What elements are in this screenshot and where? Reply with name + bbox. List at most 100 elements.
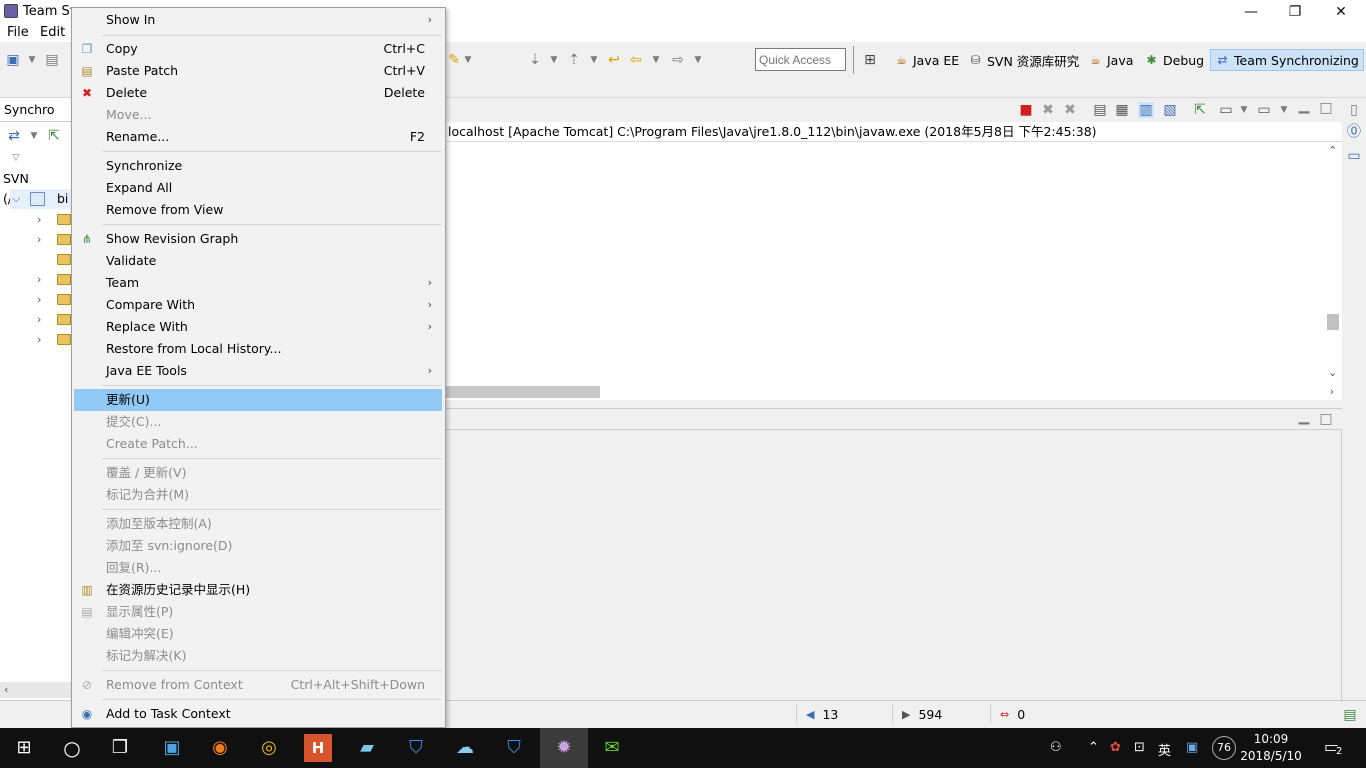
- dropdown-arrow-icon[interactable]: ▼: [690, 52, 706, 68]
- new-icon[interactable]: ▣: [5, 52, 21, 68]
- pin-console-icon[interactable]: ⇱: [1192, 102, 1208, 118]
- perspective-java[interactable]: ☕ Java: [1088, 50, 1133, 70]
- scrollbar-thumb[interactable]: [1327, 314, 1339, 330]
- left-horizontal-scrollbar[interactable]: ‹: [0, 682, 72, 698]
- maximize-view-icon[interactable]: □: [1318, 100, 1334, 116]
- security-shield-icon[interactable]: ⛉: [402, 734, 430, 762]
- minimize-button[interactable]: —: [1228, 0, 1274, 24]
- remove-all-icon[interactable]: ✖: [1062, 102, 1078, 118]
- chevron-right-icon[interactable]: ›: [37, 213, 41, 226]
- menu-item-java-ee-tools[interactable]: Java EE Tools ›: [73, 360, 444, 382]
- synchronize-icon[interactable]: ⇄: [6, 128, 22, 144]
- menu-item-synchronize[interactable]: Synchronize: [73, 155, 444, 177]
- console-horizontal-scrollbar[interactable]: ›: [446, 384, 1342, 400]
- save-icon[interactable]: ▤: [44, 52, 60, 68]
- terminate-icon[interactable]: ■: [1018, 102, 1034, 118]
- dropdown-arrow-icon[interactable]: ▼: [26, 128, 42, 144]
- restore-icon[interactable]: ▯: [1346, 102, 1362, 118]
- menu-item-show-revision-graph[interactable]: ⋔ Show Revision Graph: [73, 228, 444, 250]
- task-view-icon[interactable]: ❐: [106, 734, 134, 762]
- menu-item-show-properties[interactable]: ▤ 显示属性(P): [73, 601, 444, 623]
- menu-item-remove-from-context[interactable]: ⊘ Remove from Context Ctrl+Alt+Shift+Dow…: [73, 674, 444, 696]
- open-console-icon[interactable]: ▭: [1256, 102, 1272, 118]
- tray-app-icon[interactable]: ✿: [1110, 740, 1121, 755]
- remove-launch-icon[interactable]: ✖: [1040, 102, 1056, 118]
- open-perspective-icon[interactable]: ⊞: [862, 52, 878, 68]
- chevron-right-icon[interactable]: ›: [37, 273, 41, 286]
- outline-icon[interactable]: ▭: [1346, 148, 1362, 164]
- people-icon[interactable]: ⚇: [1050, 740, 1062, 755]
- back-icon[interactable]: ⇦: [628, 52, 644, 68]
- dropdown-arrow-icon[interactable]: ▼: [648, 52, 664, 68]
- eclipse-taskbar-icon[interactable]: ✹: [540, 728, 588, 768]
- contact-icon[interactable]: ▣: [1186, 740, 1198, 755]
- minimize-view-icon[interactable]: ▁: [1296, 409, 1312, 425]
- menu-item-edit-conflicts[interactable]: 编辑冲突(E): [73, 623, 444, 645]
- next-annotation-icon[interactable]: ⇣: [527, 52, 543, 68]
- menu-item-expand-all[interactable]: Expand All: [73, 177, 444, 199]
- scroll-up-icon[interactable]: ⌃: [1328, 144, 1337, 157]
- tree-project-row[interactable]: ⌵ bi: [10, 189, 72, 209]
- menu-file[interactable]: File: [7, 25, 29, 40]
- menu-item-commit[interactable]: 提交(C)...: [73, 411, 444, 433]
- notepad-icon[interactable]: ▰: [353, 734, 381, 762]
- menu-item-compare-with[interactable]: Compare With ›: [73, 294, 444, 316]
- quick-access-input[interactable]: [755, 48, 846, 71]
- maximize-view-icon[interactable]: □: [1318, 411, 1334, 427]
- maximize-button[interactable]: ❐: [1272, 0, 1318, 24]
- pin-icon[interactable]: ⇱: [46, 128, 62, 144]
- dropdown-arrow-icon[interactable]: ▼: [1236, 102, 1252, 118]
- console-vertical-scrollbar[interactable]: ⌃ ⌄: [1324, 142, 1342, 384]
- hbuilder-icon[interactable]: H: [304, 734, 332, 762]
- chevron-right-icon[interactable]: ›: [37, 333, 41, 346]
- perspective-java-ee[interactable]: ☕ Java EE: [894, 50, 959, 70]
- menu-item-validate[interactable]: Validate: [73, 250, 444, 272]
- system-clock[interactable]: 10:09 2018/5/10: [1238, 731, 1304, 765]
- dropdown-arrow-icon[interactable]: ▼: [546, 52, 562, 68]
- perspective-svn[interactable]: ⛁ SVN 资源库研究: [968, 50, 1079, 70]
- clear-console-icon[interactable]: ▤: [1092, 102, 1108, 118]
- dropdown-arrow-icon[interactable]: ▼: [1276, 102, 1292, 118]
- last-edit-icon[interactable]: ↩: [606, 52, 622, 68]
- menu-item-add-to-version-control[interactable]: 添加至版本控制(A): [73, 513, 444, 535]
- menu-item-add-to-task-context[interactable]: ◉ Add to Task Context: [73, 703, 444, 725]
- menu-item-show-in-history[interactable]: ▥ 在资源历史记录中显示(H): [73, 579, 444, 601]
- scroll-right-icon[interactable]: ›: [1330, 385, 1334, 398]
- menu-item-update[interactable]: 更新(U): [74, 389, 442, 411]
- minimize-view-icon[interactable]: ▁: [1296, 98, 1312, 114]
- menu-item-delete[interactable]: ✖ Delete Delete: [73, 82, 444, 104]
- menu-item-mark-resolved[interactable]: 标记为解决(K): [73, 645, 444, 667]
- forward-icon[interactable]: ⇨: [670, 52, 686, 68]
- close-button[interactable]: ✕: [1318, 0, 1364, 24]
- menu-item-revert[interactable]: 回复(R)...: [73, 557, 444, 579]
- word-wrap-icon[interactable]: ▥: [1138, 102, 1154, 118]
- chevron-right-icon[interactable]: ›: [37, 293, 41, 306]
- chevron-down-icon[interactable]: ⌵: [12, 189, 20, 209]
- dropdown-arrow-icon[interactable]: ▼: [586, 52, 602, 68]
- progress-icon[interactable]: ▤: [1342, 707, 1358, 723]
- menu-item-rename[interactable]: Rename... F2: [73, 126, 444, 148]
- tray-chevron-up-icon[interactable]: ⌃: [1088, 740, 1099, 755]
- menu-item-override-update[interactable]: 覆盖 / 更新(V): [73, 462, 444, 484]
- firefox-icon[interactable]: ◉: [206, 734, 234, 762]
- dropdown-arrow-icon[interactable]: ▼: [460, 52, 476, 68]
- cloud-icon[interactable]: ☁: [451, 734, 479, 762]
- display-console-icon[interactable]: ▭: [1218, 102, 1234, 118]
- menu-item-mark-merged[interactable]: 标记为合并(M): [73, 484, 444, 506]
- scrollbar-thumb[interactable]: [446, 386, 600, 398]
- scroll-left-icon[interactable]: ‹: [4, 683, 8, 696]
- menu-item-replace-with[interactable]: Replace With ›: [73, 316, 444, 338]
- menu-item-create-patch[interactable]: Create Patch...: [73, 433, 444, 455]
- menu-item-copy[interactable]: ❐ Copy Ctrl+C: [73, 38, 444, 60]
- scroll-lock-icon[interactable]: ▦: [1114, 102, 1130, 118]
- scroll-down-icon[interactable]: ⌄: [1328, 366, 1337, 379]
- menu-item-move[interactable]: Move...: [73, 104, 444, 126]
- battery-indicator[interactable]: 76: [1212, 736, 1236, 760]
- menu-item-paste-patch[interactable]: ▤ Paste Patch Ctrl+V: [73, 60, 444, 82]
- tab-synchronize[interactable]: Synchro: [0, 100, 72, 122]
- chevron-right-icon[interactable]: ›: [37, 233, 41, 246]
- show-console-icon[interactable]: ▧: [1162, 102, 1178, 118]
- menu-item-remove-from-view[interactable]: Remove from View: [73, 199, 444, 221]
- chevron-right-icon[interactable]: ›: [37, 313, 41, 326]
- menu-item-add-to-svn-ignore[interactable]: 添加至 svn:ignore(D): [73, 535, 444, 557]
